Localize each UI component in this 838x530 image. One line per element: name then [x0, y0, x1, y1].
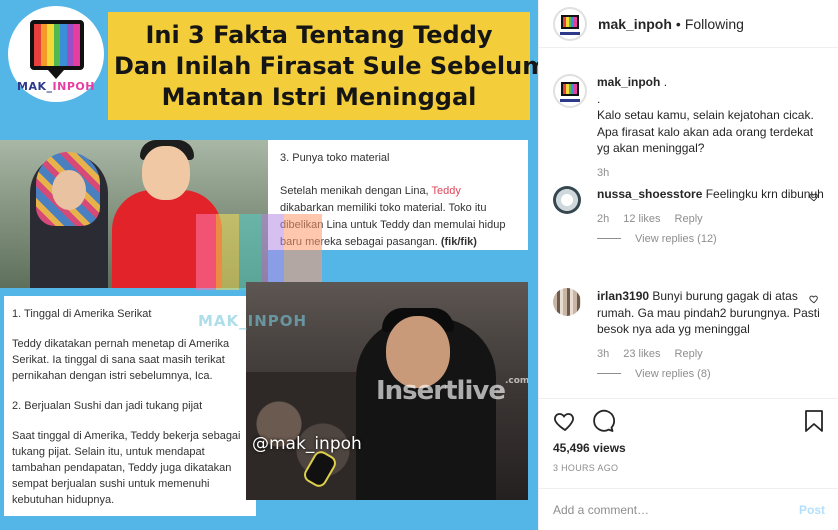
comment-username[interactable]: irlan3190 — [597, 289, 649, 303]
post-timestamp: 3 HOURS AGO — [553, 463, 619, 473]
view-replies-button[interactable]: View replies (8) — [597, 368, 825, 380]
headline-line-2: Dan Inilah Firasat Sule Sebelum — [114, 52, 538, 80]
view-replies-button[interactable]: View replies (12) — [597, 233, 825, 245]
header-separator: • — [675, 15, 681, 32]
headline-line-1: Ini 3 Fakta Tentang Teddy — [145, 21, 493, 49]
fact-2-text: Saat tinggal di Amerika, Teddy bekerja s… — [12, 430, 241, 506]
comment-box: Post — [539, 488, 838, 530]
comment-input[interactable] — [553, 502, 799, 517]
insertlive-watermark: Insertlive.com — [376, 376, 528, 406]
comments-list[interactable]: mak_inpoh . . Kalo setau kamu, selain ke… — [539, 58, 838, 398]
comment-time: 2h — [597, 212, 610, 225]
fact-1-text: Teddy dikatakan pernah menetap di Amerik… — [12, 338, 230, 382]
comment-text: Feelingku krn dibunuh — [702, 187, 824, 201]
comment-icon[interactable] — [591, 409, 615, 433]
logo-text: MAK_INPOH — [17, 80, 95, 93]
post-comment-button[interactable]: Post — [799, 503, 825, 517]
views-count[interactable]: 45,496 views — [553, 441, 626, 455]
mak-inpoh-watermark: MAK_INPOH — [198, 312, 308, 330]
post-image[interactable]: MAK_INPOH Ini 3 Fakta Tentang Teddy Dan … — [0, 0, 538, 530]
reply-button[interactable]: Reply — [675, 213, 703, 225]
caption-comment: mak_inpoh . . Kalo setau kamu, selain ke… — [553, 74, 825, 179]
post-actions: 45,496 views 3 HOURS AGO — [539, 398, 838, 488]
like-comment-heart-icon[interactable] — [809, 192, 819, 202]
post-header: mak_inpoh • Following — [539, 0, 838, 48]
fact-2-title: 2. Berjualan Sushi dan jadi tukang pijat — [12, 400, 203, 412]
fact-3-title: 3. Punya toko material — [280, 152, 390, 164]
avatar[interactable] — [553, 6, 587, 41]
header-username[interactable]: mak_inpoh — [598, 16, 672, 32]
comment-likes[interactable]: 12 likes — [623, 213, 660, 225]
tv-logo-icon — [561, 82, 579, 96]
comment-item: irlan3190 Bunyi burung gagak di atas rum… — [553, 288, 825, 380]
comment-likes[interactable]: 23 likes — [623, 348, 660, 360]
caption-time: 3h — [597, 166, 610, 179]
logo-tail — [48, 70, 64, 79]
handle-overlay: @mak_inpoh — [252, 434, 362, 454]
follow-button[interactable]: Following — [685, 16, 744, 32]
reply-button[interactable]: Reply — [675, 348, 703, 360]
headline-banner: Ini 3 Fakta Tentang Teddy Dan Inilah Fir… — [108, 12, 538, 120]
caption-username[interactable]: mak_inpoh — [597, 75, 660, 89]
like-comment-heart-icon[interactable] — [809, 294, 819, 304]
commenter-avatar[interactable] — [553, 288, 581, 316]
comment-username[interactable]: nussa_shoesstore — [597, 187, 702, 201]
tv-logo-icon — [30, 20, 84, 70]
comment-time: 3h — [597, 347, 610, 360]
commenter-avatar[interactable] — [553, 186, 581, 214]
comment-item: nussa_shoesstore Feelingku krn dibunuh 2… — [553, 186, 825, 245]
glitch-overlay — [196, 214, 322, 290]
caption-avatar[interactable] — [553, 74, 587, 108]
heart-icon[interactable] — [553, 409, 577, 433]
headline-line-3: Mantan Istri Meninggal — [161, 83, 477, 111]
mak-inpoh-logo: MAK_INPOH — [8, 6, 104, 102]
post-sidebar: mak_inpoh • Following mak_inpoh . . Kalo… — [538, 0, 838, 530]
tv-logo-icon — [561, 14, 579, 29]
bookmark-icon[interactable] — [803, 409, 825, 433]
